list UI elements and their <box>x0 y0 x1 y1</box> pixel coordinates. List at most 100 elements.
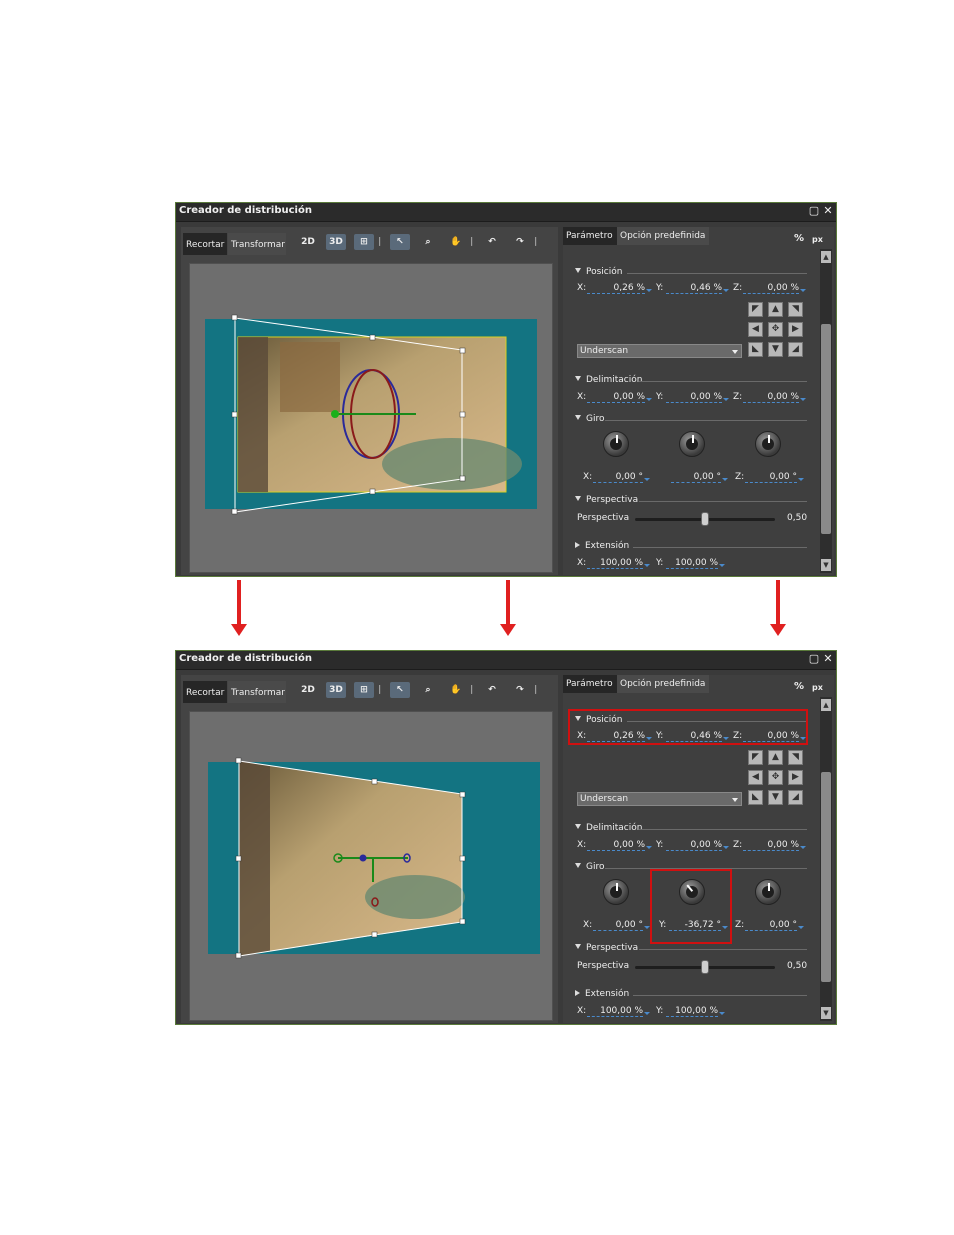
nav-up-right-icon[interactable]: ◥ <box>788 750 803 765</box>
undo-icon[interactable]: ↶ <box>482 234 502 250</box>
nav-up-left-icon[interactable]: ◤ <box>748 750 763 765</box>
2d-icon[interactable]: 2D <box>298 234 318 250</box>
scroll-up-icon[interactable]: ▲ <box>821 251 831 263</box>
close-icon[interactable]: ✕ <box>822 205 834 217</box>
section-perspectiva[interactable]: Perspectiva <box>575 495 638 505</box>
del-z-field[interactable]: 0,00 % <box>743 840 806 851</box>
hand-icon[interactable]: ✋ <box>446 234 466 250</box>
nav-up-right-icon[interactable]: ◥ <box>788 302 803 317</box>
del-y-field[interactable]: 0,00 % <box>666 840 729 851</box>
tab-recortar[interactable]: Recortar <box>183 233 227 255</box>
tab-opcion-predefinida[interactable]: Opción predefinida <box>617 675 709 693</box>
scroll-thumb[interactable] <box>821 772 831 982</box>
maximize-icon[interactable]: ▢ <box>808 205 820 217</box>
perspectiva-slider-thumb[interactable] <box>701 512 709 526</box>
tab-parametro[interactable]: Parámetro <box>563 227 619 245</box>
section-extension[interactable]: Extensión <box>575 989 629 999</box>
2d-icon[interactable]: 2D <box>298 682 318 698</box>
pos-x-field[interactable]: 0,26 % <box>587 283 652 294</box>
nav-right-icon[interactable]: ▶ <box>788 322 803 337</box>
giro-x-knob[interactable] <box>603 879 629 905</box>
nav-down-left-icon[interactable]: ◣ <box>748 790 763 805</box>
nav-left-icon[interactable]: ◀ <box>748 770 763 785</box>
grid-icon[interactable]: ⊞ <box>354 682 374 698</box>
giro-y-knob[interactable] <box>679 431 705 457</box>
nav-down-icon[interactable]: ▼ <box>768 342 783 357</box>
scroll-down-icon[interactable]: ▼ <box>821 559 831 571</box>
px-unit-button[interactable]: px <box>812 683 823 692</box>
zoom-icon[interactable]: ⌕ <box>418 682 438 698</box>
del-x-field[interactable]: 0,00 % <box>587 392 652 403</box>
scroll-thumb[interactable] <box>821 324 831 534</box>
giro-x-field[interactable]: 0,00 ° <box>593 472 650 483</box>
tab-transformar[interactable]: Transformar <box>228 681 286 703</box>
redo-icon[interactable]: ↷ <box>510 682 530 698</box>
scroll-down-icon[interactable]: ▼ <box>821 1007 831 1019</box>
nav-right-icon[interactable]: ▶ <box>788 770 803 785</box>
px-unit-button[interactable]: px <box>812 235 823 244</box>
nav-center-icon[interactable]: ✥ <box>768 770 783 785</box>
pos-z-field[interactable]: 0,00 % <box>743 283 806 294</box>
giro-x-field[interactable]: 0,00 ° <box>593 920 650 931</box>
ext-x-field[interactable]: 100,00 % <box>587 1006 650 1017</box>
pos-y-field[interactable]: 0,46 % <box>666 283 729 294</box>
zoom-icon[interactable]: ⌕ <box>418 234 438 250</box>
nav-up-left-icon[interactable]: ◤ <box>748 302 763 317</box>
section-posicion[interactable]: Posición <box>575 267 622 277</box>
preview-canvas[interactable] <box>189 263 553 573</box>
3d-icon[interactable]: 3D <box>326 234 346 250</box>
giro-z-field[interactable]: 0,00 ° <box>745 472 804 483</box>
scrollbar[interactable]: ▲ ▼ <box>820 249 832 573</box>
del-y-field[interactable]: 0,00 % <box>666 392 729 403</box>
tab-opcion-predefinida[interactable]: Opción predefinida <box>617 227 709 245</box>
redo-icon[interactable]: ↷ <box>510 234 530 250</box>
section-delimitacion[interactable]: Delimitación <box>575 823 642 833</box>
underscan-dropdown[interactable]: Underscan <box>577 792 742 806</box>
preview-canvas[interactable] <box>189 711 553 1021</box>
grid-icon[interactable]: ⊞ <box>354 234 374 250</box>
nav-up-icon[interactable]: ▲ <box>768 750 783 765</box>
giro-x-knob[interactable] <box>603 431 629 457</box>
percent-unit-button[interactable]: % <box>794 233 804 244</box>
separator: | <box>470 237 474 247</box>
section-perspectiva[interactable]: Perspectiva <box>575 943 638 953</box>
nav-down-right-icon[interactable]: ◢ <box>788 342 803 357</box>
giro-y-field[interactable]: 0,00 ° <box>671 472 728 483</box>
window-title: Creador de distribución <box>179 653 312 664</box>
section-extension[interactable]: Extensión <box>575 541 629 551</box>
perspectiva-slider-thumb[interactable] <box>701 960 709 974</box>
tab-recortar[interactable]: Recortar <box>183 681 227 703</box>
giro-z-field[interactable]: 0,00 ° <box>745 920 804 931</box>
pointer-icon[interactable]: ↖ <box>390 234 410 250</box>
nav-up-icon[interactable]: ▲ <box>768 302 783 317</box>
pointer-icon[interactable]: ↖ <box>390 682 410 698</box>
nav-down-left-icon[interactable]: ◣ <box>748 342 763 357</box>
ext-x-field[interactable]: 100,00 % <box>587 558 650 569</box>
section-giro[interactable]: Giro <box>575 414 604 424</box>
perspectiva-value[interactable]: 0,50 <box>787 513 807 523</box>
underscan-dropdown[interactable]: Underscan <box>577 344 742 358</box>
nav-down-icon[interactable]: ▼ <box>768 790 783 805</box>
hand-icon[interactable]: ✋ <box>446 682 466 698</box>
nav-center-icon[interactable]: ✥ <box>768 322 783 337</box>
del-z-field[interactable]: 0,00 % <box>743 392 806 403</box>
section-delimitacion[interactable]: Delimitación <box>575 375 642 385</box>
ext-y-field[interactable]: 100,00 % <box>666 558 725 569</box>
scrollbar[interactable]: ▲ ▼ <box>820 697 832 1021</box>
maximize-icon[interactable]: ▢ <box>808 653 820 665</box>
giro-z-knob[interactable] <box>755 879 781 905</box>
section-giro[interactable]: Giro <box>575 862 604 872</box>
scroll-up-icon[interactable]: ▲ <box>821 699 831 711</box>
ext-y-field[interactable]: 100,00 % <box>666 1006 725 1017</box>
giro-z-knob[interactable] <box>755 431 781 457</box>
perspectiva-value[interactable]: 0,50 <box>787 961 807 971</box>
3d-icon[interactable]: 3D <box>326 682 346 698</box>
tab-parametro[interactable]: Parámetro <box>563 675 619 693</box>
tab-transformar[interactable]: Transformar <box>228 233 286 255</box>
undo-icon[interactable]: ↶ <box>482 682 502 698</box>
percent-unit-button[interactable]: % <box>794 681 804 692</box>
nav-down-right-icon[interactable]: ◢ <box>788 790 803 805</box>
close-icon[interactable]: ✕ <box>822 653 834 665</box>
nav-left-icon[interactable]: ◀ <box>748 322 763 337</box>
del-x-field[interactable]: 0,00 % <box>587 840 652 851</box>
